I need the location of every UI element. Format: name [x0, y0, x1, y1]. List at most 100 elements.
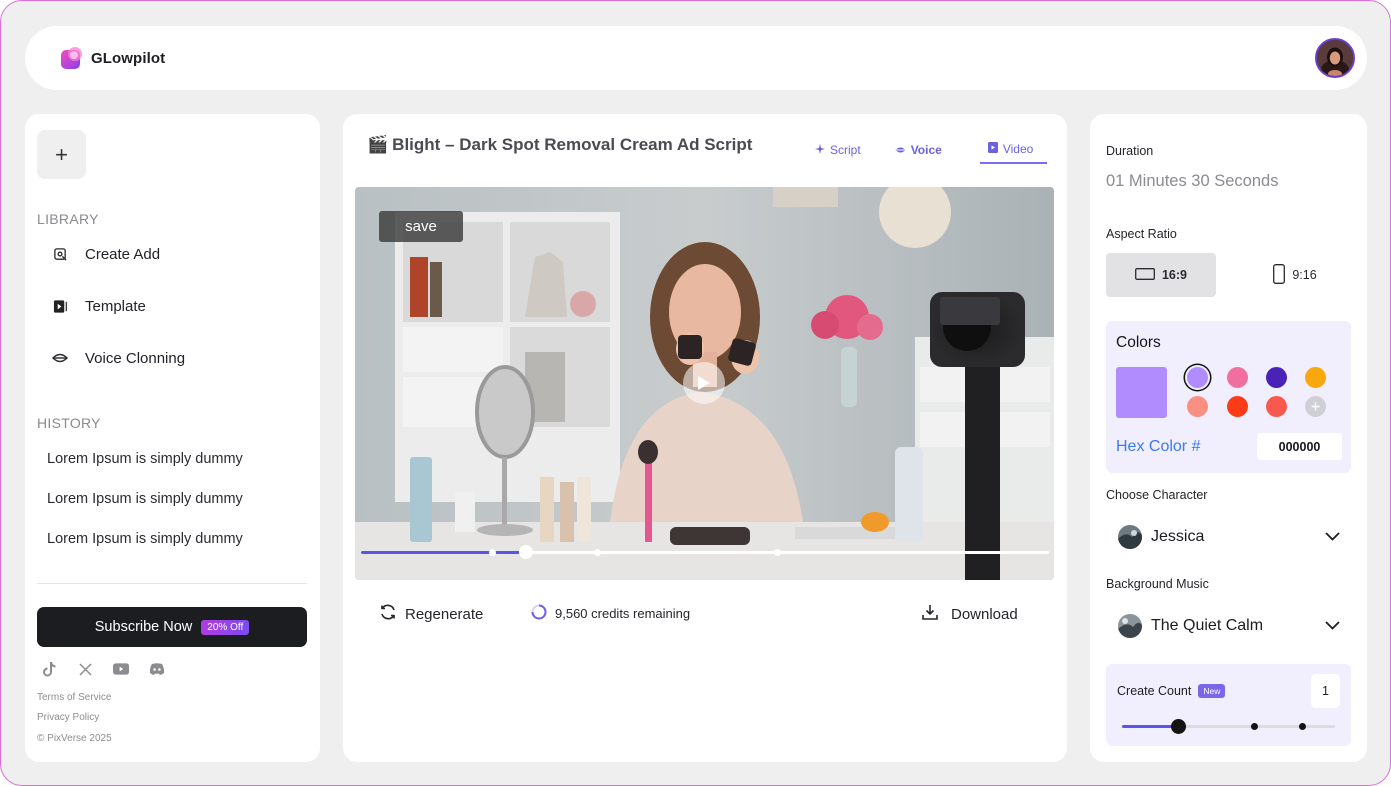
color-swatch[interactable] [1266, 396, 1287, 417]
voice-icon [51, 349, 69, 367]
aspect-ratio-9-16[interactable]: 9:16 [1240, 253, 1350, 297]
slider-handle[interactable] [1171, 719, 1186, 734]
user-avatar[interactable] [1315, 38, 1355, 78]
history-item[interactable]: Lorem Ipsum is simply dummy [47, 451, 243, 467]
sidebar-item-voice-clonning[interactable]: Voice Clonning [51, 349, 185, 367]
library-heading: LIBRARY [37, 211, 99, 227]
tab-script[interactable]: Script [803, 136, 873, 164]
loading-ring-icon [531, 604, 547, 623]
landscape-icon [1135, 267, 1155, 283]
create-count-input[interactable]: 1 [1311, 674, 1340, 708]
portrait-icon [1273, 263, 1286, 287]
color-swatch[interactable] [1187, 367, 1208, 388]
chevron-down-icon [1325, 528, 1340, 546]
color-swatch[interactable] [1227, 367, 1248, 388]
download-label: Download [951, 605, 1018, 623]
create-count-label: Create Count [1117, 684, 1192, 698]
subscribe-button[interactable]: Subscribe Now 20% Off [37, 607, 307, 647]
tiktok-icon[interactable] [41, 661, 57, 677]
hex-color-label: Hex Color # [1116, 438, 1201, 455]
sidebar-item-create-ad[interactable]: Create Add [51, 245, 160, 263]
create-count-slider[interactable] [1122, 719, 1335, 734]
refresh-icon [379, 603, 397, 625]
tab-label: Script [830, 143, 861, 157]
social-links [41, 661, 165, 677]
playback-scrubber[interactable] [519, 545, 534, 559]
slider-step [1299, 723, 1306, 730]
add-color-button[interactable] [1305, 396, 1326, 417]
music-thumbnail [1118, 614, 1142, 638]
character-select[interactable]: Jessica [1118, 525, 1340, 549]
track-marker [594, 549, 601, 556]
character-thumbnail [1118, 525, 1142, 549]
glowpilot-logo-icon [60, 46, 84, 70]
sidebar-item-template[interactable]: Template [51, 297, 146, 315]
app-window: GLowpilot + LIBRARY Create Add Template … [0, 0, 1391, 786]
template-icon [51, 297, 69, 315]
music-select[interactable]: The Quiet Calm [1118, 614, 1340, 638]
script-title: Blight – Dark Spot Removal Cream Ad Scri… [392, 135, 753, 154]
new-project-button[interactable]: + [37, 130, 86, 179]
page-title: 🎬 Blight – Dark Spot Removal Cream Ad Sc… [367, 135, 752, 155]
tab-label: Voice [910, 143, 942, 157]
color-swatch[interactable] [1227, 396, 1248, 417]
aspect-ratio-label: 16:9 [1161, 268, 1188, 282]
character-value: Jessica [1151, 528, 1205, 545]
color-swatch[interactable] [1305, 367, 1326, 388]
chevron-down-icon [1325, 617, 1340, 635]
track-marker [489, 549, 496, 556]
terms-link[interactable]: Terms of Service [37, 692, 111, 703]
sidebar-item-label: Template [85, 297, 146, 315]
top-bar: GLowpilot [25, 26, 1367, 90]
download-icon [921, 603, 939, 625]
aspect-ratio-label: Aspect Ratio [1106, 227, 1177, 241]
lips-icon [895, 143, 906, 157]
tab-video[interactable]: Video [979, 136, 1048, 164]
discord-icon[interactable] [149, 661, 165, 677]
subscribe-label: Subscribe Now [94, 619, 193, 635]
duration-value[interactable]: 01 Minutes 30 Seconds [1106, 172, 1278, 191]
youtube-icon[interactable] [113, 661, 129, 677]
credits-status: 9,560 credits remaining [531, 604, 690, 623]
clapperboard-icon: 🎬 [367, 135, 389, 154]
history-item[interactable]: Lorem Ipsum is simply dummy [47, 491, 243, 507]
x-icon[interactable] [77, 661, 93, 677]
color-swatch[interactable] [1187, 396, 1208, 417]
download-button[interactable]: Download [921, 603, 1018, 625]
selected-color-preview [1116, 367, 1167, 418]
sidebar-divider [37, 583, 307, 584]
playback-track[interactable] [361, 545, 1049, 559]
sparkle-icon [815, 143, 825, 157]
play-button[interactable] [683, 362, 725, 404]
colors-heading: Colors [1116, 334, 1161, 351]
choose-character-label: Choose Character [1106, 488, 1208, 502]
tab-label: Video [1002, 142, 1034, 156]
save-button[interactable]: save [379, 211, 463, 242]
playback-progress [361, 551, 527, 554]
editor-panel: 🎬 Blight – Dark Spot Removal Cream Ad Sc… [343, 114, 1067, 762]
video-file-icon [987, 142, 998, 156]
regenerate-button[interactable]: Regenerate [379, 603, 483, 625]
history-heading: HISTORY [37, 415, 101, 431]
history-item[interactable]: Lorem Ipsum is simply dummy [47, 531, 243, 547]
create-count-panel: Create Count New 1 [1106, 664, 1351, 746]
regenerate-label: Regenerate [405, 605, 484, 623]
sidebar-item-label: Voice Clonning [85, 349, 186, 367]
hex-color-input[interactable]: 000000 [1257, 433, 1342, 460]
video-preview[interactable]: save [355, 187, 1054, 580]
aspect-ratio-16-9[interactable]: 16:9 [1106, 253, 1216, 297]
track-marker [774, 549, 781, 556]
new-badge: New [1198, 684, 1226, 698]
sidebar: + LIBRARY Create Add Template Voice Clon… [25, 114, 320, 762]
colors-panel: Colors Hex Color # 000000 [1106, 321, 1351, 473]
aspect-ratio-label: 9:16 [1292, 268, 1317, 282]
create-ad-icon [51, 245, 69, 263]
brand-logo[interactable]: GLowpilot [60, 46, 165, 70]
duration-label: Duration [1106, 144, 1154, 158]
settings-panel: Duration 01 Minutes 30 Seconds Aspect Ra… [1090, 114, 1367, 762]
app-name: GLowpilot [91, 49, 166, 67]
plus-icon [1311, 402, 1320, 411]
privacy-link[interactable]: Privacy Policy [37, 712, 99, 723]
tab-voice[interactable]: Voice [883, 136, 954, 164]
color-swatch[interactable] [1266, 367, 1287, 388]
